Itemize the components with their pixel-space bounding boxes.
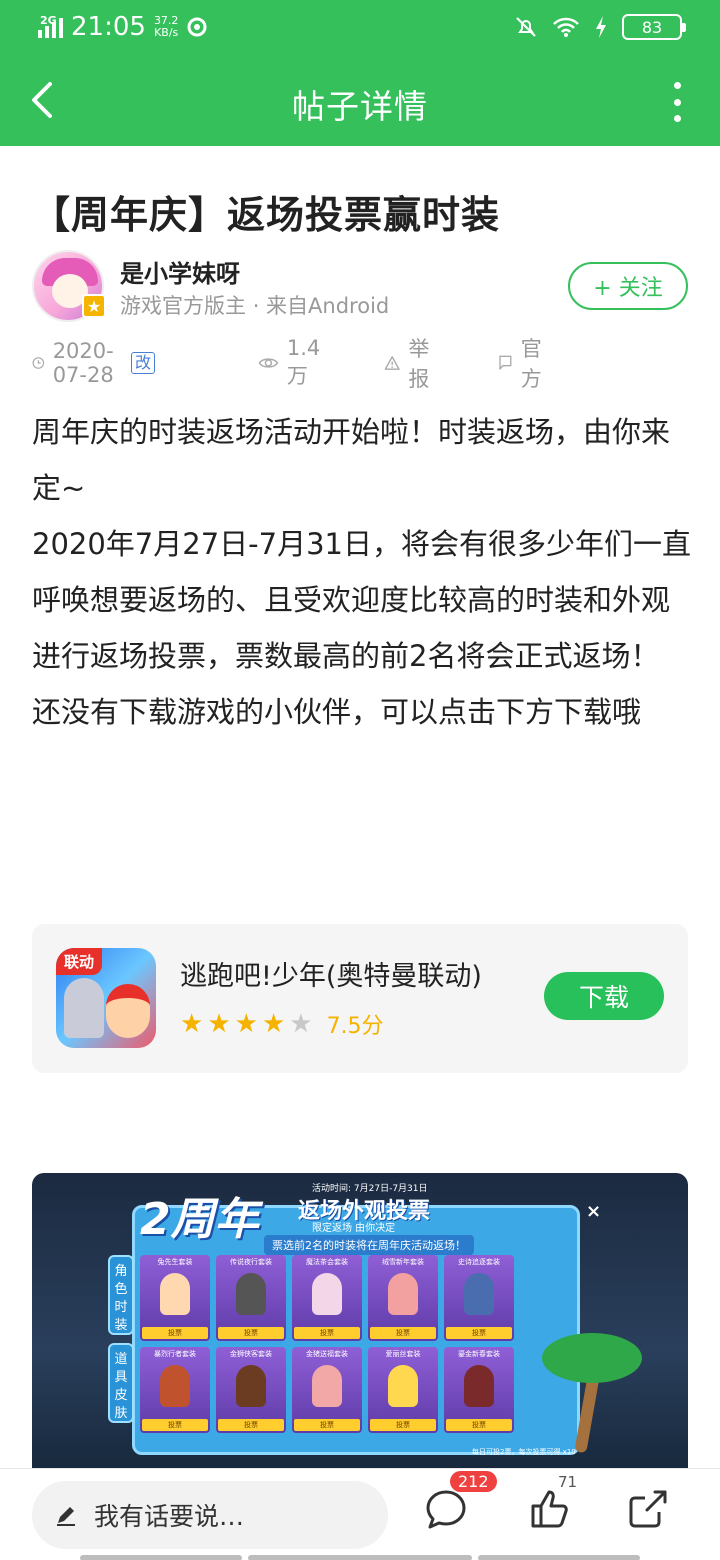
banner-tab: 道具皮肤 [108,1343,134,1423]
star-empty-icon: ★ [289,1009,313,1039]
costume-card: 鎏金新春套装 投票 [444,1347,514,1433]
share-icon [629,1490,667,1528]
post-content: 周年庆的时装返场活动开始啦！时装返场，由你来定~ 2020年7月27日-7月31… [32,404,692,740]
palm-tree-decoration [532,1323,642,1454]
page-title: 帖子详情 [292,87,428,126]
like-button[interactable]: 71 [524,1473,577,1535]
costume-grid: 兔先生套装 投票 传说夜行套装 投票 魔法茶会套装 投票 绒雪新年套装 投票 史诗追逐套… [140,1255,514,1433]
costume-card: 兔先生套装 投票 [140,1255,210,1341]
thumbs-up-icon [531,1490,568,1528]
app-header: 2G 21:05 37.2 KB/s 83 帖子详情 [0,0,720,146]
post-paragraph: 周年庆的时装返场活动开始啦！时装返场，由你来定~ [32,415,671,505]
wifi-icon [553,17,579,37]
nav-bar: 帖子详情 [0,58,720,146]
flag-icon [499,355,512,370]
share-button[interactable] [622,1483,674,1535]
costume-card: 爱丽丝套装 投票 [368,1347,438,1433]
post-paragraph: 还没有下载游戏的小伙伴，可以点击下方下载哦 [32,695,642,729]
costume-card: 绒雪新年套装 投票 [368,1255,438,1341]
banner-logo: 2周年 [140,1194,259,1245]
signal-icon: 2G [38,14,63,38]
bottom-action-bar: 我有话要说… 212 71 [0,1468,720,1560]
more-dots-icon [673,82,681,89]
data-saver-icon [187,17,207,37]
post-date: 2020-07-28 改 [32,339,156,387]
star-icon: ★ [234,1009,258,1039]
view-count: 1.4万 [258,336,327,388]
costume-card: 暴烈行者套装 投票 [140,1347,210,1433]
network-speed: 37.2 KB/s [153,14,179,39]
comment-placeholder: 我有话要说… [94,1502,245,1531]
star-icon: ★ [180,1009,204,1039]
comment-input[interactable]: 我有话要说… [32,1481,388,1549]
status-bar: 2G 21:05 37.2 KB/s 83 [0,0,720,58]
star-icon: ★ [207,1009,231,1039]
author-row: ★ 是小学妹呀 游戏官方版主 · 来自Android + 关注 [32,250,688,322]
banner-slogan: 限定返场 由你决定 [312,1223,396,1234]
game-name: 逃跑吧!少年(奥特曼联动) [180,961,482,992]
game-icon: 联动 [56,948,156,1048]
event-banner-image[interactable]: 2周年 活动时间: 7月27日-7月31日 返场外观投票 限定返场 由你决定 票… [32,1173,688,1468]
clock-icon [32,357,45,369]
edited-tag: 改 [131,352,156,374]
author-role: 游戏官方版主 [120,294,246,318]
costume-card: 金狮侠客套装 投票 [216,1347,286,1433]
banner-notice: 票选前2名的时装将在周年庆活动返场！ [264,1235,474,1255]
warning-icon [384,356,400,370]
game-rating: ★ ★ ★ ★ ★ 7.5分 [180,1008,384,1040]
post-paragraph: 2020年7月27日-7月31日，将会有很多少年们一直呼唤想要返场的、且受欢迎度… [32,527,691,673]
collab-tag: 联动 [56,948,103,975]
official-tag: 官方 [498,337,549,391]
banner-close-icon: × [586,1201,602,1222]
download-button[interactable]: 下载 [544,972,664,1020]
network-type: 2G [40,14,57,27]
status-time: 21:05 [71,12,146,42]
banner-tab: 角色时装 [108,1255,134,1335]
banner-footer: 每日可投2票，每次投票可得 x10 [472,1448,576,1456]
post-title: 【周年庆】返场投票赢时装 [32,193,501,237]
moderator-star-icon: ★ [82,294,106,318]
report-button[interactable]: 举报 [384,337,437,391]
pencil-icon [57,1507,75,1526]
author-meta: 游戏官方版主 · 来自Android [120,294,390,318]
comment-bubble-icon [426,1490,466,1529]
battery-indicator: 83 [622,14,686,40]
charging-icon [596,16,606,38]
more-options-button[interactable] [662,82,692,122]
costume-card: 传说夜行套装 投票 [216,1255,286,1341]
comments-button[interactable]: 212 [420,1471,497,1535]
eye-icon [258,358,279,368]
like-count: 71 [558,1473,578,1491]
comment-count-badge: 212 [450,1471,497,1492]
follow-button[interactable]: + 关注 [568,262,688,310]
costume-card: 金猪送福套装 投票 [292,1347,362,1433]
game-download-card[interactable]: 联动 逃跑吧!少年(奥特曼联动) ★ ★ ★ ★ ★ 7.5分 下载 [32,924,688,1073]
costume-card: 史诗追逐套装 投票 [444,1255,514,1341]
costume-card: 魔法茶会套装 投票 [292,1255,362,1341]
post-source: 来自Android [266,294,390,318]
mute-bell-icon [516,17,536,37]
game-score: 7.5分 [326,1014,384,1039]
author-name[interactable]: 是小学妹呀 [120,254,240,289]
star-icon: ★ [261,1009,286,1039]
banner-side-tabs: 角色时装 道具皮肤 [108,1255,134,1431]
